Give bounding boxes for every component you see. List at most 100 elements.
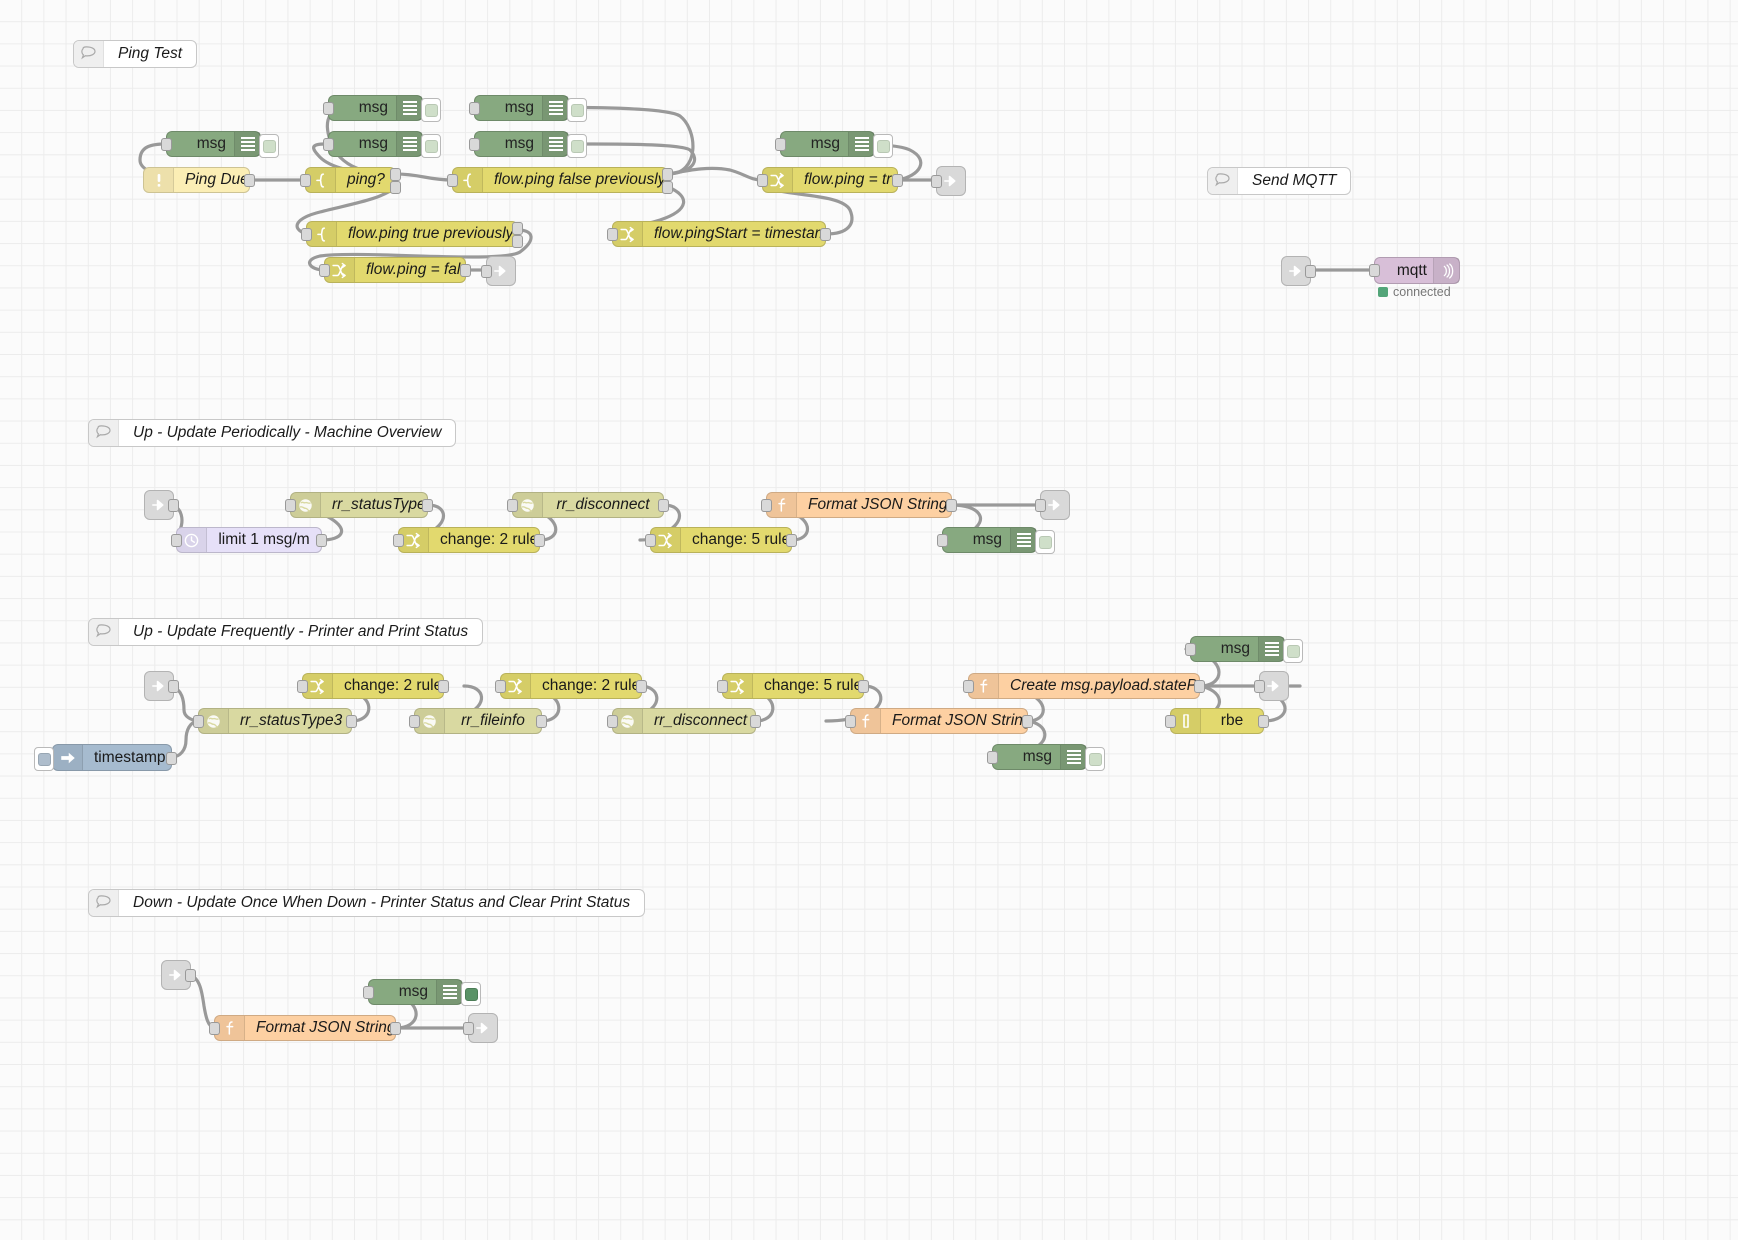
output-port[interactable]	[820, 228, 831, 241]
output-port[interactable]	[460, 264, 471, 277]
output-port-1[interactable]	[390, 168, 401, 181]
output-port[interactable]	[1022, 715, 1033, 728]
input-port[interactable]	[757, 174, 768, 187]
debug-toggle-button[interactable]	[421, 98, 441, 122]
link-out-node[interactable]	[931, 166, 966, 196]
input-port[interactable]	[323, 102, 334, 115]
input-port[interactable]	[1185, 643, 1196, 656]
output-port[interactable]	[185, 969, 196, 982]
output-port[interactable]	[1305, 265, 1316, 278]
change-node-2-rules[interactable]: change: 2 rules	[495, 673, 647, 699]
output-port[interactable]	[168, 499, 179, 512]
function-node-format-json-string[interactable]: Format JSON String	[761, 492, 957, 518]
flow-canvas[interactable]: Ping Test Ping Duet ping? flow.ping fals…	[0, 0, 1738, 1240]
output-port[interactable]	[536, 715, 547, 728]
input-port[interactable]	[937, 534, 948, 547]
input-port[interactable]	[1369, 264, 1380, 277]
output-port[interactable]	[1194, 680, 1205, 693]
debug-toggle-button[interactable]	[1035, 530, 1055, 554]
debug-node[interactable]: msg	[1185, 636, 1303, 663]
debug-node[interactable]: msg	[161, 131, 279, 158]
change-node-2-rules[interactable]: change: 2 rules	[393, 527, 545, 553]
input-port[interactable]	[717, 680, 728, 693]
input-port[interactable]	[393, 534, 404, 547]
input-port[interactable]	[469, 138, 480, 151]
input-port[interactable]	[507, 499, 518, 512]
input-port[interactable]	[607, 228, 618, 241]
input-port[interactable]	[607, 715, 618, 728]
debug-toggle-button[interactable]	[421, 134, 441, 158]
change-node-5-rules[interactable]: change: 5 rules	[645, 527, 797, 553]
change-node-flow-pingstart-timestamp[interactable]: flow.pingStart = timestamp	[607, 221, 831, 247]
switch-node-flow-ping-false-previously[interactable]: flow.ping false previously?	[447, 167, 673, 194]
http-request-node-rr-statustype3[interactable]: rr_statusType3	[193, 708, 357, 734]
debug-node[interactable]: msg	[937, 527, 1055, 554]
switch-node-ping[interactable]: ping?	[300, 167, 401, 194]
output-port[interactable]	[346, 715, 357, 728]
input-port[interactable]	[495, 680, 506, 693]
output-port[interactable]	[390, 1022, 401, 1035]
output-port[interactable]	[166, 752, 177, 765]
output-port[interactable]	[750, 715, 761, 728]
input-port[interactable]	[1254, 680, 1265, 693]
input-port[interactable]	[469, 102, 480, 115]
debug-node[interactable]: msg	[775, 131, 893, 158]
input-port[interactable]	[447, 174, 458, 187]
debug-toggle-button[interactable]	[259, 134, 279, 158]
inject-trigger-button[interactable]	[34, 747, 54, 771]
output-port[interactable]	[438, 680, 449, 693]
function-node-format-json-string[interactable]: Format JSON String	[209, 1015, 401, 1041]
output-port[interactable]	[946, 499, 957, 512]
debug-toggle-button[interactable]	[461, 982, 481, 1006]
input-port[interactable]	[987, 751, 998, 764]
debug-node[interactable]: msg	[323, 131, 441, 158]
link-out-node-g3[interactable]	[1254, 671, 1289, 701]
input-port[interactable]	[481, 265, 492, 278]
input-port[interactable]	[645, 534, 656, 547]
output-port[interactable]	[244, 174, 255, 187]
debug-toggle-button[interactable]	[1085, 747, 1105, 771]
input-port[interactable]	[363, 986, 374, 999]
output-port[interactable]	[658, 499, 669, 512]
link-in-node-mqtt[interactable]	[1281, 256, 1316, 286]
switch-node-flow-ping-true-previously[interactable]: flow.ping true previously?	[301, 221, 523, 248]
comment-node-ping-test[interactable]: Ping Test	[73, 40, 198, 68]
rbe-node[interactable]: rbe	[1165, 708, 1269, 734]
catch-node-ping-duet[interactable]: Ping Duet	[143, 167, 255, 193]
http-request-node-rr-fileinfo[interactable]: rr_fileinfo	[409, 708, 547, 734]
input-port[interactable]	[300, 174, 311, 187]
debug-toggle-button[interactable]	[1283, 639, 1303, 663]
input-port[interactable]	[931, 175, 942, 188]
link-out-node-g2[interactable]	[1035, 490, 1070, 520]
output-port-2[interactable]	[662, 181, 673, 194]
input-port[interactable]	[161, 138, 172, 151]
output-port[interactable]	[892, 174, 903, 187]
output-port[interactable]	[316, 534, 327, 547]
debug-node[interactable]: msg	[469, 95, 587, 122]
output-port-1[interactable]	[512, 222, 523, 235]
debug-node-enabled[interactable]: msg	[363, 979, 481, 1006]
input-port[interactable]	[319, 264, 330, 277]
output-port-2[interactable]	[512, 235, 523, 248]
output-port[interactable]	[636, 680, 647, 693]
input-port[interactable]	[845, 715, 856, 728]
mqtt-out-node[interactable]: mqtt	[1369, 257, 1460, 284]
http-request-node-rr-statustype2[interactable]: rr_statusType2	[285, 492, 433, 518]
link-out-node[interactable]	[481, 256, 516, 286]
change-node-2-rules[interactable]: change: 2 rules	[297, 673, 449, 699]
input-port[interactable]	[1035, 499, 1046, 512]
output-port[interactable]	[1258, 715, 1269, 728]
change-node-5-rules[interactable]: change: 5 rules	[717, 673, 869, 699]
output-port[interactable]	[168, 680, 179, 693]
comment-node-down-once[interactable]: Down - Update Once When Down - Printer S…	[88, 889, 646, 917]
input-port[interactable]	[193, 715, 204, 728]
input-port[interactable]	[285, 499, 296, 512]
debug-toggle-button[interactable]	[567, 98, 587, 122]
input-port[interactable]	[209, 1022, 220, 1035]
output-port-2[interactable]	[390, 181, 401, 194]
input-port[interactable]	[775, 138, 786, 151]
comment-node-up-frequently[interactable]: Up - Update Frequently - Printer and Pri…	[88, 618, 484, 646]
comment-node-up-periodically[interactable]: Up - Update Periodically - Machine Overv…	[88, 419, 457, 447]
input-port[interactable]	[1165, 715, 1176, 728]
debug-node[interactable]: msg	[469, 131, 587, 158]
